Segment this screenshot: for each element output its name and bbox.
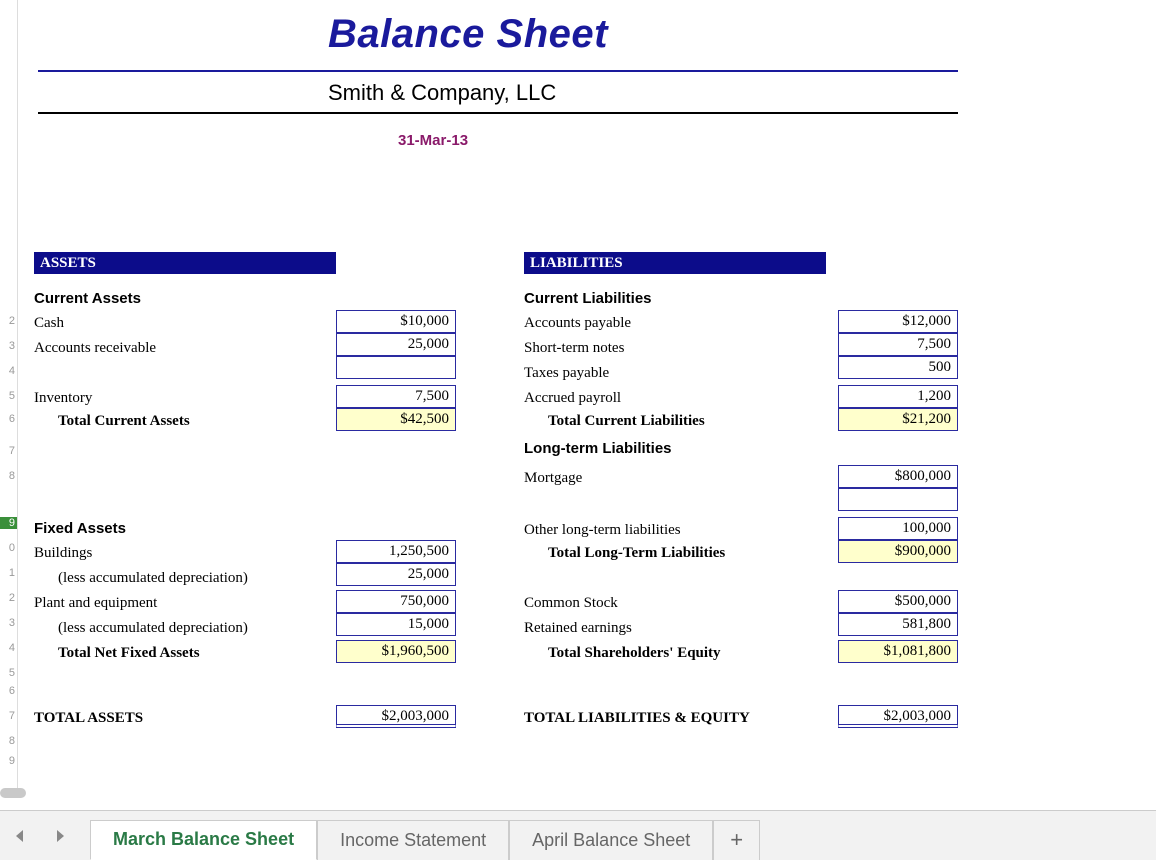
horizontal-scrollbar-thumb[interactable] xyxy=(0,788,26,798)
sheet-tab-label: April Balance Sheet xyxy=(532,830,690,851)
row-number: 6 xyxy=(1,685,15,697)
label-current-assets: Current Assets xyxy=(34,290,141,307)
row-number: 6 xyxy=(1,413,15,425)
sheet-tab-march[interactable]: March Balance Sheet xyxy=(90,820,317,860)
cell-total-current-liab[interactable]: $21,200 xyxy=(838,408,958,431)
label-total-current-assets: Total Current Assets xyxy=(34,413,190,430)
cell-inventory[interactable]: 7,500 xyxy=(336,385,456,408)
sheet-tab-income[interactable]: Income Statement xyxy=(317,820,509,860)
label-accrued-payroll: Accrued payroll xyxy=(524,390,621,407)
plus-icon: + xyxy=(730,827,743,853)
title-underline xyxy=(38,70,958,72)
document-title: Balance Sheet xyxy=(328,12,608,57)
label-fixed-assets: Fixed Assets xyxy=(34,520,126,537)
label-total-assets: TOTAL ASSETS xyxy=(34,710,143,727)
cell-taxes[interactable]: 500 xyxy=(838,356,958,379)
label-inventory: Inventory xyxy=(34,390,92,407)
row-number: 9 xyxy=(1,755,15,767)
cell-short-term-notes[interactable]: 7,500 xyxy=(838,333,958,356)
label-taxes: Taxes payable xyxy=(524,365,609,382)
cell-accrued-payroll[interactable]: 1,200 xyxy=(838,385,958,408)
label-buildings: Buildings xyxy=(34,545,92,562)
cell-total-equity[interactable]: $1,081,800 xyxy=(838,640,958,663)
cell-common-stock[interactable]: $500,000 xyxy=(838,590,958,613)
sheet-tab-label: March Balance Sheet xyxy=(113,829,294,850)
label-other-lt: Other long-term liabilities xyxy=(524,522,681,539)
label-total-current-liab: Total Current Liabilities xyxy=(524,413,705,430)
cell-cash[interactable]: $10,000 xyxy=(336,310,456,333)
cell-ap[interactable]: $12,000 xyxy=(838,310,958,333)
label-ap: Accounts payable xyxy=(524,315,631,332)
section-header-liabilities: LIABILITIES xyxy=(524,252,826,274)
tab-nav-next-button[interactable] xyxy=(40,812,80,860)
tab-nav-prev-button[interactable] xyxy=(0,812,40,860)
row-number: 0 xyxy=(1,542,15,554)
cell-total-fixed[interactable]: $1,960,500 xyxy=(336,640,456,663)
spreadsheet-canvas[interactable]: Balance Sheet Smith & Company, LLC 31-Ma… xyxy=(18,0,1156,790)
cell-other-lt[interactable]: 100,000 xyxy=(838,517,958,540)
label-less-dep-plant: (less accumulated depreciation) xyxy=(34,620,248,637)
label-less-dep-buildings: (less accumulated depreciation) xyxy=(34,570,248,587)
cell-mortgage[interactable]: $800,000 xyxy=(838,465,958,488)
company-underline xyxy=(38,112,958,114)
company-name: Smith & Company, LLC xyxy=(328,80,556,106)
label-short-term-notes: Short-term notes xyxy=(524,340,624,357)
label-total-lt: Total Long-Term Liabilities xyxy=(524,545,725,562)
cell-retained-earnings[interactable]: 581,800 xyxy=(838,613,958,636)
triangle-right-icon xyxy=(52,828,68,844)
row-number: 7 xyxy=(1,445,15,457)
label-total-liab-equity: TOTAL LIABILITIES & EQUITY xyxy=(524,710,750,727)
cell-less-dep-buildings[interactable]: 25,000 xyxy=(336,563,456,586)
label-total-equity: Total Shareholders' Equity xyxy=(524,645,721,662)
row-number: 7 xyxy=(1,710,15,722)
label-plant: Plant and equipment xyxy=(34,595,157,612)
report-date: 31-Mar-13 xyxy=(398,132,468,149)
row-number: 4 xyxy=(1,642,15,654)
row-number: 3 xyxy=(1,617,15,629)
row-number-selected: 9 xyxy=(0,517,17,529)
label-long-term-liab: Long-term Liabilities xyxy=(524,440,672,457)
cell-buildings[interactable]: 1,250,500 xyxy=(336,540,456,563)
label-retained-earnings: Retained earnings xyxy=(524,620,632,637)
row-number: 3 xyxy=(1,340,15,352)
cell-total-liab-equity[interactable]: $2,003,000 xyxy=(838,705,958,728)
row-number: 5 xyxy=(1,667,15,679)
cell-total-assets[interactable]: $2,003,000 xyxy=(336,705,456,728)
label-mortgage: Mortgage xyxy=(524,470,582,487)
triangle-left-icon xyxy=(12,828,28,844)
row-number: 8 xyxy=(1,470,15,482)
row-number: 5 xyxy=(1,390,15,402)
section-header-assets: ASSETS xyxy=(34,252,336,274)
row-number: 2 xyxy=(1,592,15,604)
cell-blank-asset[interactable] xyxy=(336,356,456,379)
label-total-fixed: Total Net Fixed Assets xyxy=(34,645,200,662)
label-cash: Cash xyxy=(34,315,64,332)
row-number: 8 xyxy=(1,735,15,747)
label-ar: Accounts receivable xyxy=(34,340,156,357)
cell-total-current-assets[interactable]: $42,500 xyxy=(336,408,456,431)
row-number: 1 xyxy=(1,567,15,579)
row-number: 4 xyxy=(1,365,15,377)
cell-blank-liab[interactable] xyxy=(838,488,958,511)
cell-plant[interactable]: 750,000 xyxy=(336,590,456,613)
cell-total-lt[interactable]: $900,000 xyxy=(838,540,958,563)
add-sheet-button[interactable]: + xyxy=(713,820,760,860)
cell-less-dep-plant[interactable]: 15,000 xyxy=(336,613,456,636)
sheet-tab-april[interactable]: April Balance Sheet xyxy=(509,820,713,860)
sheet-tab-label: Income Statement xyxy=(340,830,486,851)
row-number-gutter: 2 3 4 5 6 7 8 9 0 1 2 3 4 5 6 7 8 9 xyxy=(0,0,18,790)
row-number: 2 xyxy=(1,315,15,327)
label-current-liabilities: Current Liabilities xyxy=(524,290,652,307)
label-common-stock: Common Stock xyxy=(524,595,618,612)
sheet-tab-bar: March Balance Sheet Income Statement Apr… xyxy=(0,810,1156,860)
cell-ar[interactable]: 25,000 xyxy=(336,333,456,356)
